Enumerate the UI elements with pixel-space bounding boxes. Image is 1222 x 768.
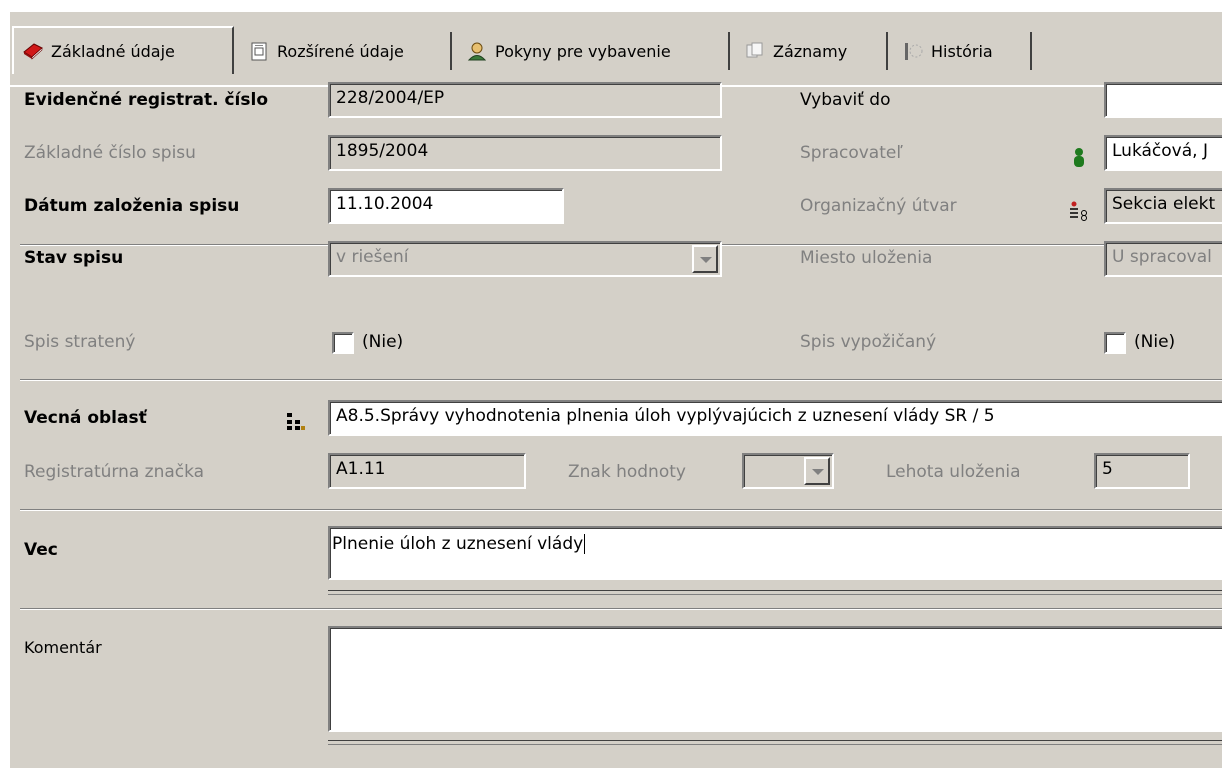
- tree-icon[interactable]: [284, 410, 306, 432]
- stav-spisu-select[interactable]: v riešení: [328, 241, 722, 277]
- separator: [20, 608, 1222, 610]
- vec-text: Plnenie úloh z uznesení vlády: [332, 534, 584, 554]
- spracovatel-field[interactable]: Lukáčová, J: [1104, 135, 1222, 171]
- form-panel: Základné údaje Rozšírené údaje Pokyny pr…: [10, 12, 1222, 768]
- spis-strateny-check-label: (Nie): [362, 332, 404, 352]
- spis-vypozicany-checkbox[interactable]: [1104, 332, 1126, 354]
- vec-textarea[interactable]: Plnenie úloh z uznesení vlády: [328, 526, 1222, 580]
- zakl-cislo-field[interactable]: 1895/2004: [328, 135, 722, 171]
- komentar-textarea[interactable]: [328, 626, 1222, 732]
- label-spis-strateny: Spis stratený: [24, 332, 136, 352]
- tab-label: Pokyny pre vybavenie: [495, 41, 671, 61]
- separator: [20, 379, 1222, 381]
- label-znak-hodnoty: Znak hodnoty: [568, 462, 686, 482]
- tab-label: História: [931, 41, 993, 61]
- tab-historia[interactable]: História: [894, 32, 1032, 70]
- label-zakl-cislo: Základné číslo spisu: [24, 143, 196, 163]
- label-vec: Vec: [24, 540, 58, 560]
- label-reg-znacka: Registratúrna značka: [24, 462, 205, 482]
- spis-vypozicany-check-label: (Nie): [1134, 332, 1176, 352]
- person-icon: [467, 42, 487, 61]
- red-book-icon: [23, 43, 43, 60]
- label-spracovatel: Spracovateľ: [800, 143, 903, 163]
- splitter[interactable]: [328, 590, 1222, 595]
- label-stav-spisu: Stav spisu: [24, 248, 124, 268]
- document-icon: [251, 42, 267, 61]
- label-miesto-ulozenia: Miesto uloženia: [800, 248, 933, 268]
- label-lehota-ulozenia: Lehota uloženia: [886, 462, 1021, 482]
- org-structure-icon[interactable]: [1068, 200, 1090, 222]
- chevron-down-icon[interactable]: [692, 245, 718, 273]
- label-org-utvar: Organizačný útvar: [800, 196, 957, 216]
- label-komentar: Komentár: [24, 638, 102, 657]
- label-spis-vypozicany: Spis vypožičaný: [800, 332, 937, 352]
- label-vecna-oblast: Vecná oblasť: [24, 408, 147, 428]
- label-evid-cislo: Evidenčné registrat. číslo: [24, 90, 268, 110]
- text-caret: [584, 534, 586, 554]
- records-icon: [746, 42, 763, 58]
- tab-label: Rozšírené údaje: [277, 41, 404, 61]
- stav-spisu-value: v riešení: [336, 247, 409, 267]
- znak-hodnoty-select[interactable]: [742, 453, 834, 489]
- tab-zaznamy[interactable]: Záznamy: [736, 32, 888, 70]
- reg-znacka-field[interactable]: A1.11: [328, 453, 526, 489]
- datum-zalozenia-field[interactable]: 11.10.2004: [328, 188, 564, 224]
- chevron-down-icon[interactable]: [804, 457, 830, 485]
- vecna-oblast-field[interactable]: A8.5.Správy vyhodnotenia plnenia úloh vy…: [328, 400, 1222, 436]
- history-icon: [905, 43, 923, 60]
- tab-rozsirene-udaje[interactable]: Rozšírené údaje: [240, 32, 452, 70]
- spis-strateny-checkbox[interactable]: [332, 332, 354, 354]
- tab-pokyny-pre-vybavenie[interactable]: Pokyny pre vybavenie: [458, 32, 730, 70]
- tab-bar: Základné údaje Rozšírené údaje Pokyny pr…: [10, 24, 1222, 87]
- tab-zakladne-udaje[interactable]: Základné údaje: [12, 26, 234, 74]
- label-datum-zalozenia: Dátum založenia spisu: [24, 196, 240, 216]
- tab-label: Záznamy: [773, 41, 848, 61]
- splitter[interactable]: [328, 740, 1222, 745]
- tab-label: Základné údaje: [51, 41, 175, 61]
- label-vybavit-do: Vybaviť do: [800, 90, 891, 110]
- separator: [20, 509, 1222, 511]
- vybavit-do-field[interactable]: [1104, 82, 1222, 118]
- evid-cislo-field[interactable]: 228/2004/EP: [328, 82, 722, 118]
- miesto-ulozenia-field[interactable]: U spracoval: [1104, 241, 1222, 277]
- org-utvar-field[interactable]: Sekcia elekt: [1104, 188, 1222, 224]
- person-green-icon[interactable]: [1068, 147, 1090, 169]
- lehota-ulozenia-field[interactable]: 5: [1094, 453, 1190, 489]
